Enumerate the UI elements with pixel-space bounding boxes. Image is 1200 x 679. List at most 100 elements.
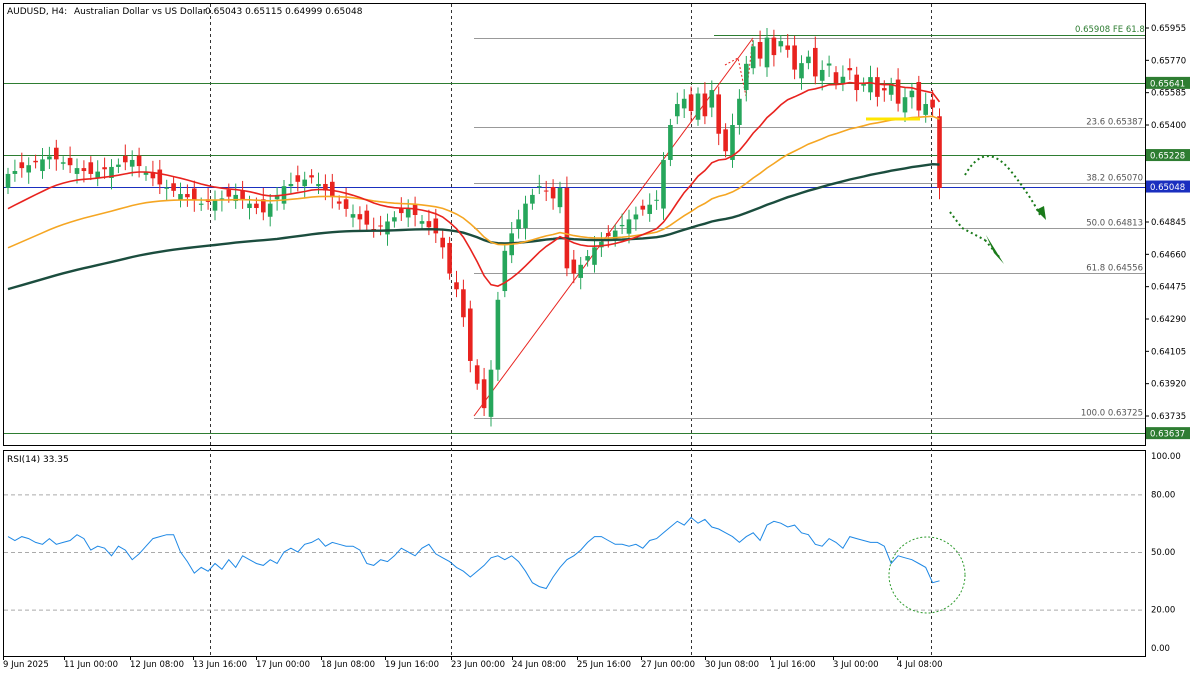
candle-body — [702, 93, 708, 117]
candle-body — [592, 247, 597, 265]
candle-body — [164, 187, 169, 189]
candle-body — [212, 200, 218, 211]
candle-body — [392, 217, 397, 222]
candle-body — [626, 219, 632, 234]
candle-body — [157, 169, 163, 185]
rsi-label: RSI(14) 33.35 — [7, 455, 69, 465]
candle-body — [930, 99, 935, 108]
candle-body — [171, 183, 176, 191]
candle-body — [81, 168, 87, 172]
candle-body — [468, 308, 473, 361]
time-tick-label: 30 Jun 08:00 — [705, 660, 759, 670]
candle-body — [447, 242, 452, 274]
candle-body — [661, 159, 666, 209]
candle-body — [543, 190, 549, 192]
fib-top-label: 0.65908 FE 61.8 — [1075, 25, 1145, 35]
candle-body — [709, 90, 715, 108]
time-tick-label: 9 Jun 2025 — [3, 660, 49, 670]
candle-body — [785, 45, 790, 50]
candle-body — [192, 188, 197, 201]
price-tick-label: 0.64105 — [1151, 347, 1186, 357]
candle-body — [440, 237, 445, 248]
candle-body — [882, 88, 887, 91]
candle-body — [60, 162, 66, 164]
candle-body — [737, 98, 742, 125]
candle-body — [875, 77, 880, 97]
candle-body — [902, 97, 908, 113]
chart-area[interactable]: 23.6 0.65387 38.2 0.65070 50.0 0.64813 61.8… — [0, 0, 1200, 675]
candle-body — [654, 199, 659, 201]
fibonacci-levels: 23.6 0.65387 38.2 0.65070 50.0 0.64813 61.8… — [473, 35, 1145, 419]
candle-body — [33, 160, 38, 163]
candle-body — [550, 187, 556, 199]
candle-body — [102, 167, 107, 170]
header-ohlc: 0.65043 0.65115 0.64999 0.65048 — [205, 7, 363, 17]
candle-body — [847, 68, 853, 71]
candle-body — [254, 203, 259, 209]
candle-body — [343, 199, 349, 209]
candle-body — [895, 79, 901, 104]
candle-body — [537, 186, 542, 188]
candle-body — [585, 256, 590, 261]
candle-body — [681, 98, 687, 109]
candle-body — [923, 104, 928, 115]
candle-body — [578, 264, 583, 278]
price-tick-label: 0.63920 — [1151, 380, 1186, 390]
time-tick-label: 3 Jul 00:00 — [833, 660, 879, 670]
rsi-tick-label: 100.00 — [1151, 452, 1181, 462]
rsi-tick-label: 0.00 — [1151, 644, 1170, 654]
candle-body — [178, 194, 183, 200]
candle-body — [136, 155, 142, 167]
candle-body — [364, 210, 370, 225]
candle-body — [619, 224, 625, 227]
candle-body — [813, 47, 818, 77]
time-tick-label: 27 Jun 00:00 — [641, 660, 695, 670]
projection-arrow — [964, 155, 1041, 216]
price-tick-label: 0.64475 — [1151, 283, 1186, 293]
candle-body — [26, 165, 31, 173]
candle-body — [647, 204, 652, 214]
candle-body — [54, 147, 59, 160]
candle-body — [523, 203, 528, 229]
candle-body — [909, 90, 915, 98]
time-tick-label: 18 Jun 08:00 — [321, 660, 375, 670]
candle-body — [309, 175, 314, 178]
candle-body — [350, 214, 356, 218]
horizontal-levels — [4, 83, 1145, 434]
candle-body — [226, 189, 232, 197]
candle-body — [571, 259, 577, 274]
candle-body — [474, 365, 480, 384]
candle-body — [454, 282, 459, 290]
candle-body — [516, 219, 521, 229]
candle-body — [185, 194, 190, 198]
candle-body — [833, 72, 839, 84]
vertical-session-lines — [210, 4, 932, 656]
time-tick-label: 11 Jun 00:00 — [64, 660, 118, 670]
candle-body — [74, 168, 80, 174]
candle-body — [461, 289, 466, 318]
candle-body — [764, 37, 770, 68]
price-tick-label: 0.65585 — [1151, 89, 1186, 99]
header-symbol: AUDUSD, H4: — [7, 7, 67, 17]
price-axis: 0.659550.657700.655850.654000.652150.650… — [1145, 24, 1190, 440]
candle-body — [116, 164, 121, 167]
header-description: Australian Dollar vs US Dollar — [74, 7, 207, 17]
price-tick-label: 0.64845 — [1151, 218, 1186, 228]
candle-body — [502, 250, 508, 292]
candle-body — [198, 203, 204, 205]
candle-body — [640, 205, 646, 210]
candle-body — [488, 369, 494, 417]
candle-body — [316, 183, 321, 187]
candle-body — [778, 41, 784, 47]
fib-level-label: 38.2 0.65070 — [1086, 174, 1143, 184]
price-tick-label: 0.65400 — [1151, 121, 1186, 131]
candle-body — [129, 159, 135, 167]
candle-body — [530, 194, 535, 204]
candle-body — [675, 104, 680, 117]
candle-body — [40, 159, 45, 172]
candle-body — [688, 94, 694, 112]
candle-body — [750, 46, 756, 69]
candle-body — [247, 203, 252, 209]
time-tick-label: 1 Jul 16:00 — [770, 660, 816, 670]
candle-body — [564, 187, 570, 269]
